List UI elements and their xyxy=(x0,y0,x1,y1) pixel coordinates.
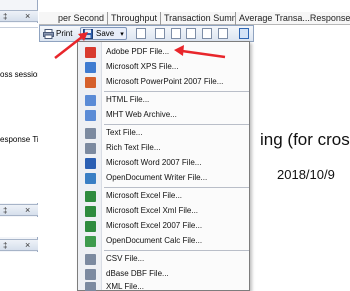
two-pages-icon[interactable] xyxy=(171,28,181,39)
single-page-icon[interactable] xyxy=(155,28,165,39)
menu-item-label: OpenDocument Calc File... xyxy=(106,236,203,245)
rich-text-icon xyxy=(85,143,96,154)
menu-separator xyxy=(104,250,249,251)
menu-item-xml[interactable]: XML File... xyxy=(78,280,249,291)
tab-average-response-time[interactable]: Average Transa...Response Time xyxy=(238,12,350,25)
menu-item-powerpoint[interactable]: Microsoft PowerPoint 2007 File... xyxy=(78,75,249,89)
session-label[interactable]: oss session xyxy=(0,70,38,79)
thumbnails-icon[interactable] xyxy=(218,28,228,39)
menu-item-label: Microsoft PowerPoint 2007 File... xyxy=(106,77,224,86)
pin-icon[interactable]: ‡ xyxy=(3,206,7,215)
panel-header-mid: ‡ × xyxy=(0,204,38,216)
excel-2007-icon xyxy=(85,221,96,232)
pin-icon[interactable]: ‡ xyxy=(3,241,7,250)
powerpoint-icon xyxy=(85,77,96,88)
floppy-disk-icon xyxy=(83,28,93,39)
menu-item-mht[interactable]: MHT Web Archive... xyxy=(78,108,249,122)
menu-item-html[interactable]: HTML File... xyxy=(78,93,249,107)
menu-item-label: XML File... xyxy=(106,282,144,291)
mht-icon xyxy=(85,110,96,121)
menu-item-csv[interactable]: CSV File... xyxy=(78,252,249,266)
tab-throughput[interactable]: Throughput xyxy=(110,12,161,25)
menu-item-excel-2007[interactable]: Microsoft Excel 2007 File... xyxy=(78,219,249,233)
menu-separator xyxy=(104,124,249,125)
excel-xml-icon xyxy=(85,206,96,217)
left-panel: ‡ × oss session esponse Tir ‡ × ‡ × xyxy=(0,0,38,291)
panel-body-mid xyxy=(0,217,38,237)
save-dropdown-menu: Adobe PDF File... Microsoft XPS File... … xyxy=(77,41,250,291)
report-title: ing (for cross xyxy=(260,130,350,149)
menu-item-rich-text[interactable]: Rich Text File... xyxy=(78,141,249,155)
menu-item-label: Microsoft Excel 2007 File... xyxy=(106,221,203,230)
html-icon xyxy=(85,95,96,106)
zoom-icon[interactable] xyxy=(202,28,212,39)
menu-separator xyxy=(104,91,249,92)
tab-transaction-summary[interactable]: Transaction Summary xyxy=(163,12,236,25)
page-setup-icon[interactable] xyxy=(136,28,146,39)
panel-body-top: oss session esponse Tir xyxy=(0,23,38,203)
close-icon[interactable]: × xyxy=(25,240,30,250)
save-button[interactable]: Save ▾ xyxy=(80,27,127,40)
pdf-icon xyxy=(85,47,96,58)
menu-item-dbf[interactable]: dBase DBF File... xyxy=(78,267,249,281)
menu-item-label: Microsoft Excel Xml File... xyxy=(106,206,199,215)
close-icon[interactable]: × xyxy=(25,11,30,21)
pin-icon[interactable]: ‡ xyxy=(3,12,7,21)
menu-item-xps[interactable]: Microsoft XPS File... xyxy=(78,60,249,74)
printer-icon xyxy=(43,28,54,39)
menu-item-word[interactable]: Microsoft Word 2007 File... xyxy=(78,156,249,170)
excel-icon xyxy=(85,191,96,202)
menu-item-label: Microsoft Word 2007 File... xyxy=(106,158,202,167)
chevron-down-icon[interactable]: ▾ xyxy=(120,30,124,38)
save-label: Save xyxy=(96,29,115,38)
report-date: 2018/10/9 xyxy=(277,167,335,182)
csv-icon xyxy=(85,254,96,265)
print-label: Print xyxy=(56,29,73,38)
menu-item-ods[interactable]: OpenDocument Calc File... xyxy=(78,234,249,248)
menu-item-excel-xml[interactable]: Microsoft Excel Xml File... xyxy=(78,204,249,218)
menu-item-label: Microsoft XPS File... xyxy=(106,62,179,71)
panel-header-bottom: ‡ × xyxy=(0,239,38,251)
menu-item-label: HTML File... xyxy=(106,95,150,104)
menu-item-label: MHT Web Archive... xyxy=(106,110,177,119)
menu-item-excel[interactable]: Microsoft Excel File... xyxy=(78,189,249,203)
menu-item-label: OpenDocument Writer File... xyxy=(106,173,208,182)
report-tab-strip: per Second Throughput Transaction Summar… xyxy=(39,12,350,25)
divider xyxy=(0,27,38,28)
menu-item-label: dBase DBF File... xyxy=(106,269,169,278)
close-icon[interactable]: × xyxy=(25,205,30,215)
odt-icon xyxy=(85,173,96,184)
fit-page-icon[interactable] xyxy=(239,28,249,39)
menu-item-text[interactable]: Text File... xyxy=(78,126,249,140)
word-icon xyxy=(85,158,96,169)
menu-item-label: Rich Text File... xyxy=(106,143,161,152)
tab-per-second[interactable]: per Second xyxy=(57,12,108,25)
menu-item-label: CSV File... xyxy=(106,254,145,263)
multiple-pages-icon[interactable] xyxy=(186,28,196,39)
xps-icon xyxy=(85,62,96,73)
panel-body-bottom xyxy=(0,252,38,291)
print-button[interactable]: Print xyxy=(43,27,72,40)
menu-item-label: Adobe PDF File... xyxy=(106,47,170,56)
dbf-icon xyxy=(85,269,96,280)
menu-item-pdf[interactable]: Adobe PDF File... xyxy=(78,45,249,59)
menu-item-label: Microsoft Excel File... xyxy=(106,191,183,200)
report-toolbar: Print Save ▾ xyxy=(39,25,254,42)
menu-item-label: Text File... xyxy=(106,128,143,137)
ods-icon xyxy=(85,236,96,247)
xml-icon xyxy=(85,282,96,291)
response-time-label[interactable]: esponse Tir xyxy=(0,135,38,144)
menu-separator xyxy=(104,187,249,188)
text-file-icon xyxy=(85,128,96,139)
menu-item-odt[interactable]: OpenDocument Writer File... xyxy=(78,171,249,185)
panel-header-top: ‡ × xyxy=(0,10,38,22)
